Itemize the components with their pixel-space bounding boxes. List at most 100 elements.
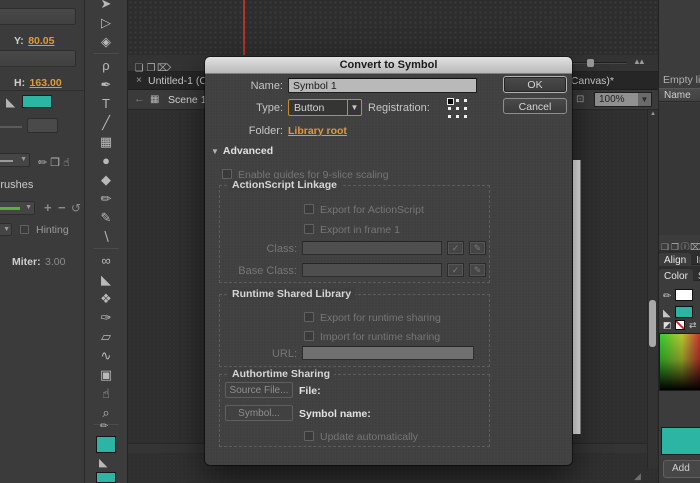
registration-point[interactable] (456, 115, 459, 118)
slider-thumb[interactable] (587, 59, 594, 67)
oval-tool[interactable]: ● (85, 151, 127, 170)
registration-grid[interactable] (448, 99, 470, 121)
edit-class-button[interactable]: ✎ (469, 241, 486, 255)
ok-button[interactable]: OK (503, 76, 567, 93)
stroke-color-swatch[interactable] (675, 289, 693, 301)
pen-tool[interactable]: ✒ (85, 75, 127, 94)
fill-color-swatch[interactable] (22, 95, 52, 108)
x-field-fragment[interactable] (0, 8, 76, 25)
reset-brush-button[interactable]: ↺ (71, 201, 81, 215)
registration-point[interactable] (464, 107, 467, 110)
hinting-dropdown[interactable]: ▼ (0, 223, 12, 236)
stroke-color-chip[interactable] (96, 436, 116, 453)
dialog-title-bar[interactable]: Convert to Symbol (205, 57, 572, 74)
advanced-toggle[interactable]: ▼Advanced (211, 145, 273, 157)
default-colors-icon[interactable]: ◩ (663, 320, 672, 331)
remove-brush-button[interactable]: − (58, 200, 66, 215)
hinting-checkbox[interactable] (20, 225, 29, 234)
camera-tool[interactable]: ▣ (85, 365, 127, 384)
registration-point[interactable] (448, 115, 451, 118)
library-item-list[interactable] (659, 103, 700, 235)
registration-point[interactable] (448, 107, 451, 110)
selection-tool[interactable]: ➤ (85, 0, 127, 13)
bone-tool[interactable]: ∞ (85, 251, 127, 270)
hand-tool[interactable]: ☝ (85, 384, 127, 403)
timeline-frames-area[interactable] (128, 0, 658, 55)
stroke-size-input[interactable] (27, 118, 58, 133)
free-transform-tool[interactable]: ▷ (85, 13, 127, 32)
lasso-tool[interactable]: ρ (85, 56, 127, 75)
eyedropper-tool[interactable]: ✑ (85, 308, 127, 327)
registration-point[interactable] (464, 99, 467, 102)
paint-brush-tool[interactable]: ✎ (85, 208, 127, 227)
export-in-frame1-checkbox[interactable]: Export in frame 1 (304, 220, 400, 238)
resize-grip-icon[interactable]: ◢ (634, 471, 641, 482)
class-input[interactable] (302, 241, 442, 255)
w-field-fragment[interactable] (0, 50, 76, 67)
stroke-size-slider[interactable] (0, 126, 22, 128)
playhead[interactable] (243, 0, 245, 55)
eraser-tool[interactable]: ▱ (85, 327, 127, 346)
folder-link[interactable]: Library root (288, 125, 347, 137)
edit-base-class-button[interactable]: ✎ (469, 263, 486, 277)
stroke-style-dropdown[interactable]: ▼ (0, 153, 30, 167)
color-spectrum-field[interactable] (659, 333, 700, 391)
y-value[interactable]: 80.05 (28, 35, 54, 47)
base-class-input[interactable] (302, 263, 442, 277)
registration-point[interactable] (456, 99, 459, 102)
tab-color[interactable]: Color (659, 269, 693, 284)
update-automatically-checkbox[interactable]: Update automatically (304, 427, 418, 445)
brush-tool[interactable]: ∖ (85, 227, 127, 246)
export-for-actionscript-checkbox[interactable]: Export for ActionScript (304, 200, 424, 218)
h-value[interactable]: 163.00 (30, 77, 62, 89)
symbol-name-input[interactable]: Symbol 1 (288, 78, 477, 93)
close-tab-icon[interactable]: × (136, 75, 142, 86)
cancel-button[interactable]: Cancel (503, 98, 567, 114)
fill-color-swatch[interactable] (675, 306, 693, 318)
scene-breadcrumb[interactable]: Scene 1 (168, 94, 207, 106)
gradient-transform-tool[interactable]: ◈ (85, 32, 127, 51)
swap-colors-icon[interactable]: ⇄ (689, 320, 697, 331)
add-swatch-button[interactable]: Add (663, 460, 700, 478)
validate-base-class-button[interactable]: ✓ (447, 263, 464, 277)
pencil-icon[interactable]: ✏ (38, 157, 47, 169)
text-tool[interactable]: T (85, 94, 127, 113)
stage-canvas-edge[interactable] (573, 160, 581, 434)
miter-value[interactable]: 3.00 (45, 256, 65, 268)
symbol-type-dropdown[interactable]: Button ▼ (288, 99, 362, 116)
pencil-tool[interactable]: ✏ (85, 189, 127, 208)
object-drawing-icon[interactable]: ☝ (63, 157, 70, 169)
width-tool[interactable]: ∿ (85, 346, 127, 365)
paint-bucket-tool[interactable]: ◣ (85, 270, 127, 289)
vertical-scrollbar[interactable]: ▲ (647, 110, 657, 468)
registration-point[interactable] (456, 107, 459, 110)
export-runtime-sharing-checkbox[interactable]: Export for runtime sharing (304, 308, 441, 326)
tab-swatches[interactable]: Swatches (693, 269, 700, 284)
fill-color-chip[interactable] (96, 472, 116, 483)
add-brush-button[interactable]: + (44, 200, 52, 215)
center-frame-icon[interactable]: ⊡ (576, 94, 584, 105)
ink-bottle-tool[interactable]: ❖ (85, 289, 127, 308)
stroke-style-icon[interactable]: ❐ (50, 157, 60, 169)
back-arrow-icon[interactable]: ← (134, 93, 145, 105)
registration-point[interactable] (464, 115, 467, 118)
polystar-tool[interactable]: ◆ (85, 170, 127, 189)
url-input[interactable] (302, 346, 474, 360)
scrollbar-thumb[interactable] (649, 300, 656, 347)
timeline-zoom-slider[interactable]: ▲▲ (565, 58, 645, 68)
source-file-button[interactable]: Source File... (225, 382, 293, 398)
brush-shape-dropdown[interactable]: ▼ (0, 201, 35, 215)
no-color-icon[interactable] (675, 320, 685, 330)
slider-track[interactable] (565, 62, 627, 64)
symbol-button[interactable]: Symbol... (225, 405, 293, 421)
stage-zoom-select[interactable]: 100% ▼ (594, 92, 652, 107)
library-name-column-header[interactable]: Name (659, 88, 700, 102)
import-runtime-sharing-checkbox[interactable]: Import for runtime sharing (304, 327, 440, 345)
scroll-up-icon[interactable]: ▲ (650, 111, 656, 117)
rectangle-tool[interactable]: ▦ (85, 132, 127, 151)
registration-point-selected[interactable] (448, 99, 453, 104)
brushes-label[interactable]: Brushes (0, 179, 33, 191)
zoom-tool[interactable]: ⌕ (85, 403, 127, 422)
line-tool[interactable]: ╱ (85, 113, 127, 132)
validate-class-button[interactable]: ✓ (447, 241, 464, 255)
